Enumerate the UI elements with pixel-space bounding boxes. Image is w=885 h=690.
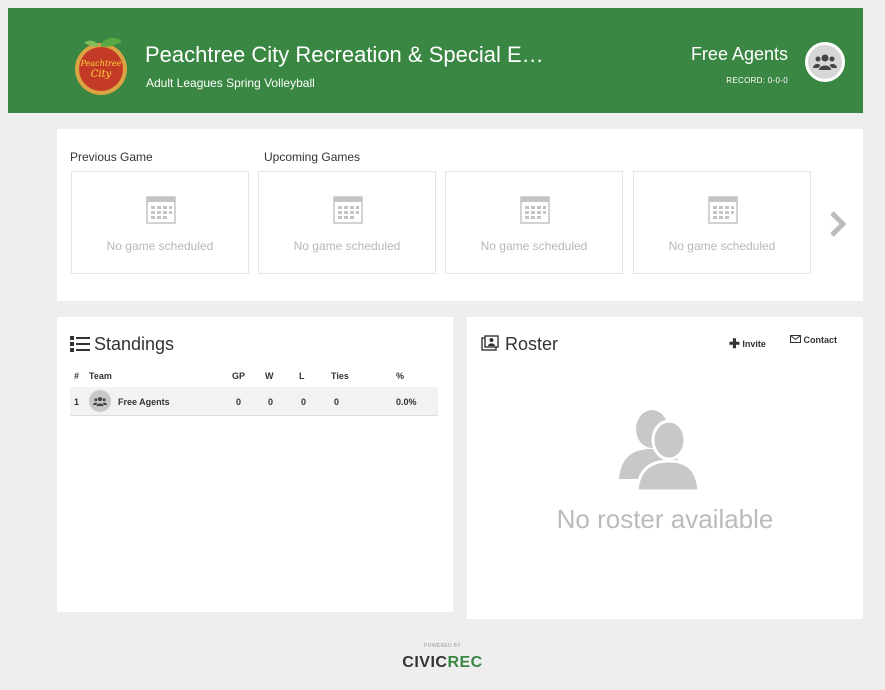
org-title[interactable]: Peachtree City Recreation & Special E… <box>145 42 544 68</box>
team-record: RECORD: 0-0-0 <box>726 76 788 85</box>
list-icon <box>70 336 90 352</box>
team-header: Peachtree City Peachtree City Recreation… <box>8 8 863 113</box>
calendar-icon <box>146 196 176 224</box>
game-slot[interactable]: No game scheduled <box>71 171 249 274</box>
col-pct: % <box>396 371 405 381</box>
col-ties: Ties <box>331 371 349 381</box>
team-avatar-small <box>89 390 111 412</box>
brand-civic: CIVIC <box>402 654 448 671</box>
team-avatar <box>805 42 845 82</box>
row-gp: 0 <box>236 397 242 407</box>
calendar-icon <box>333 196 363 224</box>
chevron-right-icon[interactable] <box>829 211 847 237</box>
team-name: Free Agents <box>690 44 788 64</box>
logo-text-bottom: City <box>91 69 112 80</box>
standings-card: Standings # Team GP W L Ties % 1 Free Ag… <box>57 317 453 612</box>
brand-rec: REC <box>447 654 483 671</box>
contact-button[interactable]: Contact <box>790 335 837 345</box>
league-subtitle[interactable]: Adult Leagues Spring Volleyball <box>146 76 315 90</box>
standings-header-row: # Team GP W L Ties % <box>70 365 438 387</box>
powered-by-label: POWERED BY <box>424 643 461 649</box>
no-roster-text: No roster available <box>556 504 774 534</box>
roster-title: Roster <box>505 334 559 354</box>
no-game-text: No game scheduled <box>480 239 588 253</box>
col-l: L <box>299 371 305 381</box>
game-slot[interactable]: No game scheduled <box>633 171 811 274</box>
contact-card-icon <box>481 335 499 351</box>
col-w: W <box>265 371 274 381</box>
invite-button[interactable]: ✚ Invite <box>729 335 766 351</box>
row-team-name[interactable]: Free Agents <box>118 397 170 407</box>
upcoming-games-label: Upcoming Games <box>264 150 361 164</box>
users-icon <box>813 54 837 70</box>
standings-table: # Team GP W L Ties % 1 Free Agents 0 0 0… <box>70 365 438 416</box>
row-ties: 0 <box>334 397 340 407</box>
previous-game-label: Previous Game <box>70 150 153 164</box>
envelope-icon <box>790 335 801 343</box>
col-team: Team <box>89 371 112 381</box>
org-logo: Peachtree City <box>70 36 132 98</box>
invite-label: Invite <box>742 339 766 349</box>
people-icon <box>619 410 701 493</box>
contact-label: Contact <box>803 335 838 345</box>
game-slot[interactable]: No game scheduled <box>258 171 436 274</box>
col-gp: GP <box>232 371 246 381</box>
roster-card: Roster ✚ Invite Contact No roster availa… <box>467 317 863 619</box>
calendar-icon <box>520 196 550 224</box>
no-game-text: No game scheduled <box>293 239 401 253</box>
standings-title: Standings <box>94 334 175 354</box>
logo-text-top: Peachtree <box>80 59 122 68</box>
col-rank: # <box>74 371 80 381</box>
calendar-icon <box>708 196 738 224</box>
row-pct: 0.0% <box>396 397 417 407</box>
games-card: Previous Game Upcoming Games No game sch… <box>57 129 863 301</box>
game-slot[interactable]: No game scheduled <box>445 171 623 274</box>
plus-icon: ✚ <box>729 336 740 351</box>
row-rank: 1 <box>74 397 80 407</box>
no-game-text: No game scheduled <box>106 239 214 253</box>
no-game-text: No game scheduled <box>668 239 776 253</box>
row-w: 0 <box>268 397 274 407</box>
civicrec-logo[interactable]: CIVICREC <box>0 654 885 672</box>
row-l: 0 <box>301 397 307 407</box>
users-icon <box>93 396 107 406</box>
table-row[interactable]: 1 Free Agents 0 0 0 0 0.0% <box>70 387 438 416</box>
